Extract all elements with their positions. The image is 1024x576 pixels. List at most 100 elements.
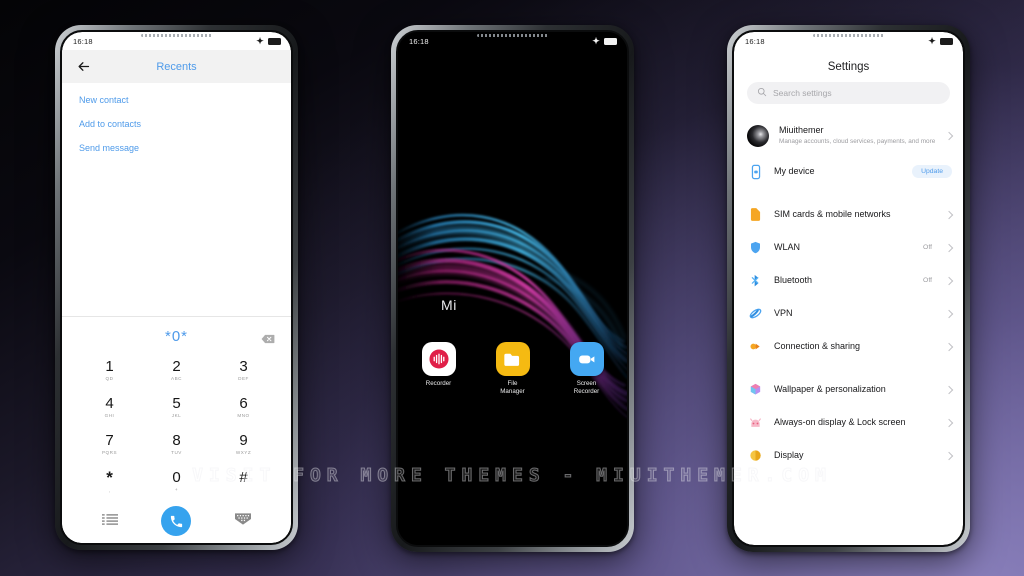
app-label-line2: Recorder [573,388,600,396]
key-star[interactable]: *, [76,462,143,499]
settings-divider [734,188,963,198]
backspace-icon[interactable] [261,331,275,344]
search-input[interactable]: Search settings [773,88,832,98]
account-name: Miuithemer [779,125,824,136]
update-badge[interactable]: Update [912,165,952,178]
aod-lockscreen-icon [747,414,764,431]
status-time: 16:18 [409,36,429,46]
app-file-manager[interactable]: File Manager [487,342,539,397]
key-9[interactable]: 9 WXYZ [210,425,277,462]
key-4[interactable]: 4 GHI [76,388,143,425]
status-icons: ✦ [256,35,281,46]
action-send-message[interactable]: Send message [62,137,291,161]
app-label-line1: File [507,380,518,387]
settings-screen: 16:18 ✦ Settings Search settings Miuithe… [734,32,963,545]
dialed-number-row: *0* [62,323,291,349]
back-arrow-icon[interactable] [76,59,91,74]
my-device-label: My device [774,165,815,176]
bluetooth-icon [747,272,764,289]
settings-row-wallpaper[interactable]: Wallpaper & personalization [734,373,963,406]
key-digit: 4 [105,394,114,412]
key-0[interactable]: 0 + [143,462,210,499]
key-sub: MNO [237,412,250,418]
settings-list: Miuithemer Manage accounts, cloud servic… [734,117,963,545]
key-1[interactable]: 1 QD [76,351,143,388]
settings-row-aod-lockscreen[interactable]: Always-on display & Lock screen [734,406,963,439]
earpiece-grille-icon [140,34,213,37]
phone-left-dialer: 16:18 ✦ Recents New contact Add to conta… [55,25,298,550]
key-sub: ABC [171,375,182,381]
key-8[interactable]: 8 TUV [143,425,210,462]
hide-keypad-icon[interactable] [235,512,252,530]
status-icons: ✦ [928,35,953,46]
chevron-right-icon [944,451,954,460]
key-sub: TUV [171,449,182,455]
airplane-plus-icon: ✦ [256,35,264,46]
row-text: Bluetooth [774,275,913,286]
action-add-to-contacts[interactable]: Add to contacts [62,113,291,137]
row-label: Wallpaper & personalization [774,383,886,394]
settings-row-connection-sharing[interactable]: Connection & sharing [734,330,963,363]
key-sub: GHI [104,412,115,418]
settings-row-sim-cards[interactable]: SIM cards & mobile networks [734,198,963,231]
settings-row-bluetooth[interactable]: Bluetooth Off [734,264,963,297]
key-5[interactable]: 5 JKL [143,388,210,425]
settings-row-account[interactable]: Miuithemer Manage accounts, cloud servic… [734,117,963,155]
key-digit: 6 [239,394,248,412]
chevron-right-icon [944,342,954,351]
row-text: Wallpaper & personalization [774,384,936,395]
key-hash[interactable]: # [210,462,277,499]
key-7[interactable]: 7 PQRS [76,425,143,462]
earpiece-grille-icon [812,34,885,37]
sim-card-icon [747,206,764,223]
call-log-list-icon[interactable] [101,512,118,530]
screenshot-stage: 16:18 ✦ Recents New contact Add to conta… [0,0,1024,576]
dialer-bottom-bar [62,499,291,543]
wlan-icon [747,239,764,256]
key-sub: WXYZ [235,449,252,455]
app-screen-recorder[interactable]: Screen Recorder [561,342,613,397]
app-recorder[interactable]: Recorder [413,342,465,397]
key-digit: 3 [239,357,248,375]
key-2[interactable]: 2 ABC [143,351,210,388]
phone-left-body: 16:18 ✦ Recents New contact Add to conta… [60,30,293,545]
call-icon[interactable] [161,506,192,536]
key-sub: PQRS [101,449,118,455]
battery-icon [604,37,617,45]
key-6[interactable]: 6 MNO [210,388,277,425]
recorder-icon [421,342,456,376]
home-screen: 16:18 ✦ Mi Recorder File Manager Screen … [398,32,627,545]
status-time: 16:18 [73,36,93,46]
row-label: Display [774,449,804,460]
search-settings-bar[interactable]: Search settings [747,82,950,104]
app-row: Recorder File Manager Screen Recorder [398,342,627,397]
status-icons: ✦ [592,36,617,46]
airplane-plus-icon: ✦ [928,35,936,46]
row-label: WLAN [774,241,801,252]
file-manager-icon [495,342,530,376]
row-label: Always-on display & Lock screen [774,416,906,427]
key-digit: 8 [172,431,181,449]
status-time: 16:18 [745,36,765,46]
key-3[interactable]: 3 DEF [210,351,277,388]
dialer-empty-area [62,170,291,316]
action-new-contact[interactable]: New contact [62,89,291,113]
settings-row-my-device[interactable]: My device Update [734,155,963,188]
app-label-line2: Manager [500,388,525,396]
settings-divider [734,363,963,373]
wallpaper [398,32,627,545]
phone-right-settings: 16:18 ✦ Settings Search settings Miuithe… [727,25,970,552]
chevron-right-icon [944,131,954,141]
dialed-number[interactable]: *0* [165,328,188,345]
dialer-header-area: Recents [62,50,291,83]
battery-icon [268,37,281,45]
settings-row-vpn[interactable]: VPN [734,297,963,330]
row-label: Connection & sharing [774,340,861,351]
battery-icon [940,37,953,45]
device-icon [747,163,764,180]
settings-row-display[interactable]: Display [734,439,963,472]
chevron-right-icon [944,243,954,252]
account-subtitle: Manage accounts, cloud services, payment… [779,138,936,146]
settings-row-wlan[interactable]: WLAN Off [734,231,963,264]
wallpaper-icon [747,381,764,398]
